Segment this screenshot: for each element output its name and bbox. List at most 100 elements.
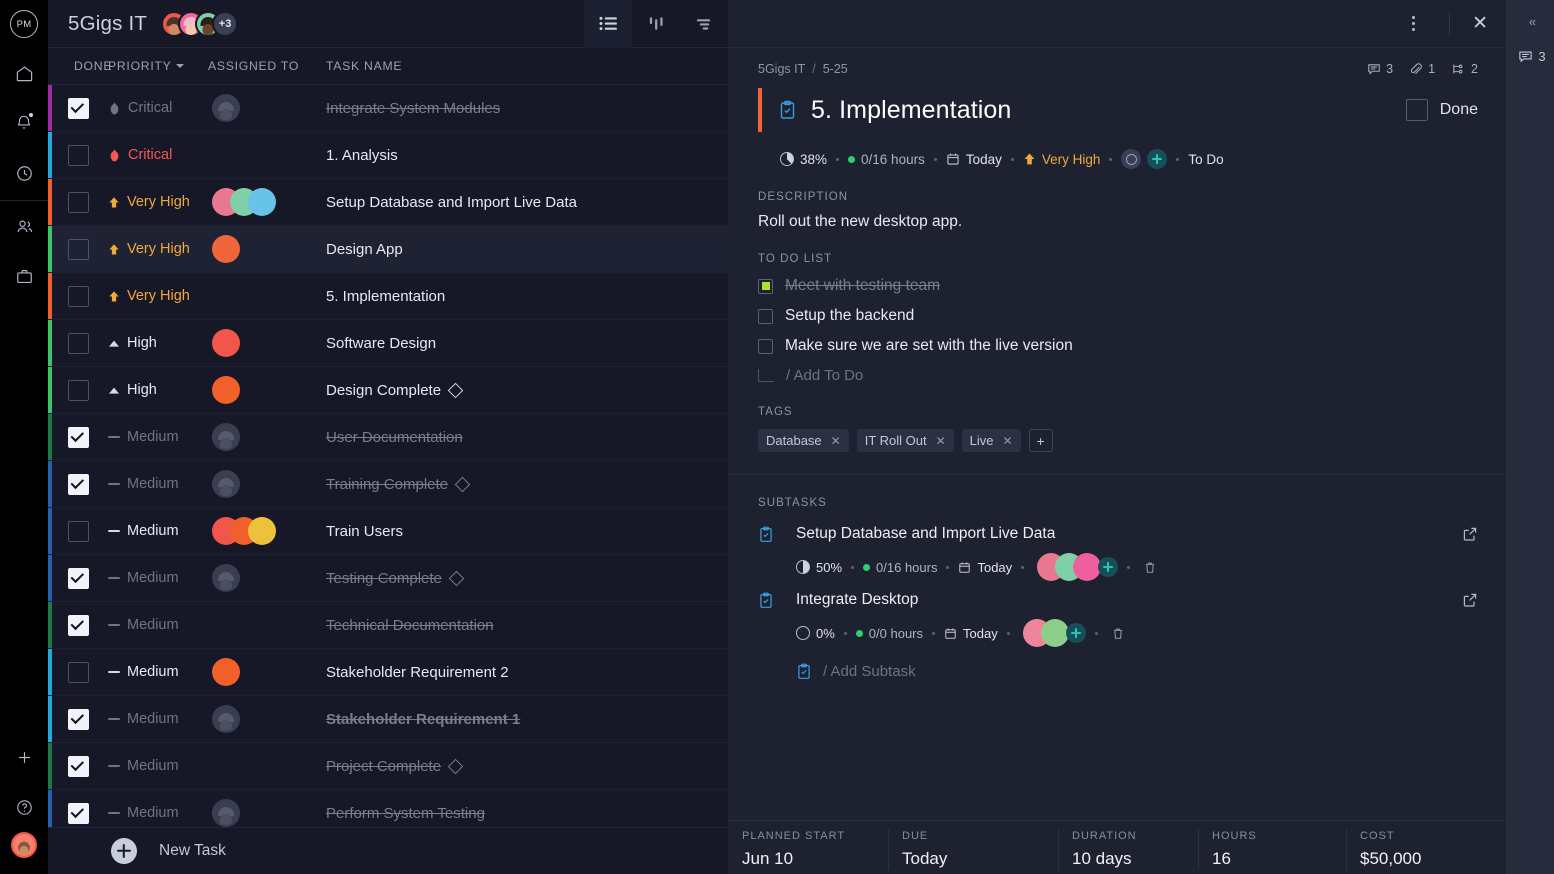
detail-done-toggle[interactable]: Done — [1405, 99, 1478, 121]
done-checkbox[interactable] — [67, 708, 89, 730]
row-task-cell[interactable]: Stakeholder Requirement 2 — [326, 664, 728, 681]
rail-item-recent[interactable] — [0, 148, 48, 198]
subtask-assignees[interactable] — [1037, 553, 1119, 581]
done-checkbox[interactable] — [67, 802, 89, 824]
rail-help-button[interactable] — [0, 782, 48, 832]
row-task-cell[interactable]: 5. Implementation — [326, 288, 728, 305]
done-checkbox[interactable] — [67, 426, 89, 448]
row-task-cell[interactable]: Perform System Testing — [326, 805, 728, 822]
row-task-cell[interactable]: Integrate System Modules — [326, 100, 728, 117]
row-task-cell[interactable]: Stakeholder Requirement 1 — [326, 711, 728, 728]
row-priority-cell[interactable]: Medium — [108, 570, 208, 586]
table-row[interactable]: Very High Design App — [48, 226, 728, 274]
todo-item[interactable]: Make sure we are set with the live versi… — [728, 331, 1506, 361]
done-checkbox[interactable] — [67, 614, 89, 636]
close-icon[interactable]: ✕ — [1472, 14, 1488, 33]
subtask-hours[interactable]: 0/0 hours — [855, 626, 923, 641]
todo-checkbox[interactable] — [758, 338, 773, 354]
row-task-cell[interactable]: 1. Analysis — [326, 147, 728, 164]
current-user-avatar[interactable] — [11, 832, 37, 858]
tag-chip[interactable]: IT Roll Out ✕ — [856, 429, 954, 452]
open-subtask-icon[interactable] — [1462, 526, 1478, 542]
row-done-cell[interactable] — [48, 567, 108, 589]
subtask-progress[interactable]: 0% — [796, 626, 835, 641]
table-row[interactable]: Medium User Documentation — [48, 414, 728, 462]
detail-title[interactable]: 5. Implementation — [811, 96, 1011, 125]
done-checkbox[interactable] — [67, 191, 89, 213]
tag-chip[interactable]: Live ✕ — [961, 429, 1021, 452]
row-done-cell[interactable] — [48, 520, 108, 542]
row-assignee-cell[interactable] — [208, 94, 326, 123]
table-row[interactable]: Medium Training Complete — [48, 461, 728, 509]
row-done-cell[interactable] — [48, 144, 108, 166]
done-checkbox[interactable] — [67, 332, 89, 354]
row-done-cell[interactable] — [48, 802, 108, 824]
row-priority-cell[interactable]: Medium — [108, 664, 208, 680]
row-priority-cell[interactable]: Medium — [108, 711, 208, 727]
row-done-cell[interactable] — [48, 332, 108, 354]
subtask-header[interactable]: Setup Database and Import Live Data — [758, 517, 1478, 551]
subtask-item[interactable]: Setup Database and Import Live Data 50% 0/… — [728, 517, 1506, 583]
row-priority-cell[interactable]: Critical — [108, 147, 208, 163]
row-task-cell[interactable]: Setup Database and Import Live Data — [326, 194, 728, 211]
subtask-assignees[interactable] — [1022, 619, 1086, 647]
row-priority-cell[interactable]: Medium — [108, 758, 208, 774]
assignee-meta[interactable] — [1121, 149, 1168, 169]
add-assignee-icon[interactable] — [1098, 557, 1119, 577]
row-done-cell[interactable] — [48, 708, 108, 730]
row-done-cell[interactable] — [48, 191, 108, 213]
done-checkbox[interactable] — [67, 285, 89, 307]
avatar-overflow-count[interactable]: +3 — [212, 10, 239, 37]
todo-item[interactable]: Meet with testing team — [728, 271, 1506, 301]
done-checkbox[interactable] — [67, 238, 89, 260]
footer-metric[interactable]: DUE Today — [888, 821, 1058, 874]
comment-count[interactable]: 3 — [1367, 62, 1393, 76]
add-subtask-row[interactable]: / Add Subtask — [728, 649, 1506, 680]
table-row[interactable]: High Design Complete — [48, 367, 728, 415]
add-assignee-icon[interactable] — [1065, 623, 1086, 643]
column-header-priority[interactable]: PRIORITY — [108, 59, 208, 73]
assignee-placeholder-icon[interactable] — [1121, 149, 1142, 169]
footer-metric[interactable]: DURATION 10 days — [1058, 821, 1198, 874]
row-task-cell[interactable]: User Documentation — [326, 429, 728, 446]
new-task-footer[interactable]: New Task — [48, 826, 728, 874]
row-priority-cell[interactable]: Medium — [108, 476, 208, 492]
footer-metric[interactable]: HOURS 16 — [1198, 821, 1346, 874]
table-row[interactable]: Very High 5. Implementation — [48, 273, 728, 321]
subtask-item[interactable]: Integrate Desktop 0% 0/0 hours Today — [728, 583, 1506, 649]
footer-metric[interactable]: COST $50,000 — [1346, 821, 1506, 874]
done-checkbox[interactable] — [67, 379, 89, 401]
row-assignee-cell[interactable] — [208, 188, 326, 217]
rail-item-people[interactable] — [0, 201, 48, 251]
table-row[interactable]: Medium Perform System Testing — [48, 790, 728, 827]
hours-meta[interactable]: 0/16 hours — [848, 152, 925, 167]
delete-subtask-icon[interactable] — [1143, 560, 1157, 575]
subtask-date[interactable]: Today — [958, 560, 1012, 575]
row-done-cell[interactable] — [48, 97, 108, 119]
subtask-date[interactable]: Today — [944, 626, 998, 641]
row-done-cell[interactable] — [48, 285, 108, 307]
row-task-cell[interactable]: Technical Documentation — [326, 617, 728, 634]
row-assignee-cell[interactable] — [208, 799, 326, 827]
description-text[interactable]: Roll out the new desktop app. — [728, 203, 1506, 231]
rail-item-home[interactable] — [0, 48, 48, 98]
collapse-panel-icon[interactable]: « — [1529, 14, 1536, 29]
row-done-cell[interactable] — [48, 614, 108, 636]
board-view-button[interactable] — [632, 0, 680, 48]
add-assignee-icon[interactable] — [1147, 149, 1168, 169]
tag-chip[interactable]: Database ✕ — [758, 429, 849, 452]
row-assignee-cell[interactable] — [208, 423, 326, 452]
table-row[interactable]: Medium Technical Documentation — [48, 602, 728, 650]
row-priority-cell[interactable]: High — [108, 335, 208, 351]
row-assignee-cell[interactable] — [208, 705, 326, 734]
row-priority-cell[interactable]: Very High — [108, 241, 208, 257]
table-row[interactable]: Critical Integrate System Modules — [48, 85, 728, 133]
row-priority-cell[interactable]: High — [108, 382, 208, 398]
project-member-avatars[interactable]: +3 — [161, 10, 239, 37]
row-done-cell[interactable] — [48, 473, 108, 495]
row-assignee-cell[interactable] — [208, 564, 326, 593]
row-task-cell[interactable]: Training Complete — [326, 476, 728, 493]
attachment-count[interactable]: 1 — [1409, 62, 1435, 76]
priority-meta[interactable]: Very High — [1023, 152, 1100, 167]
todo-checkbox[interactable] — [758, 308, 773, 324]
